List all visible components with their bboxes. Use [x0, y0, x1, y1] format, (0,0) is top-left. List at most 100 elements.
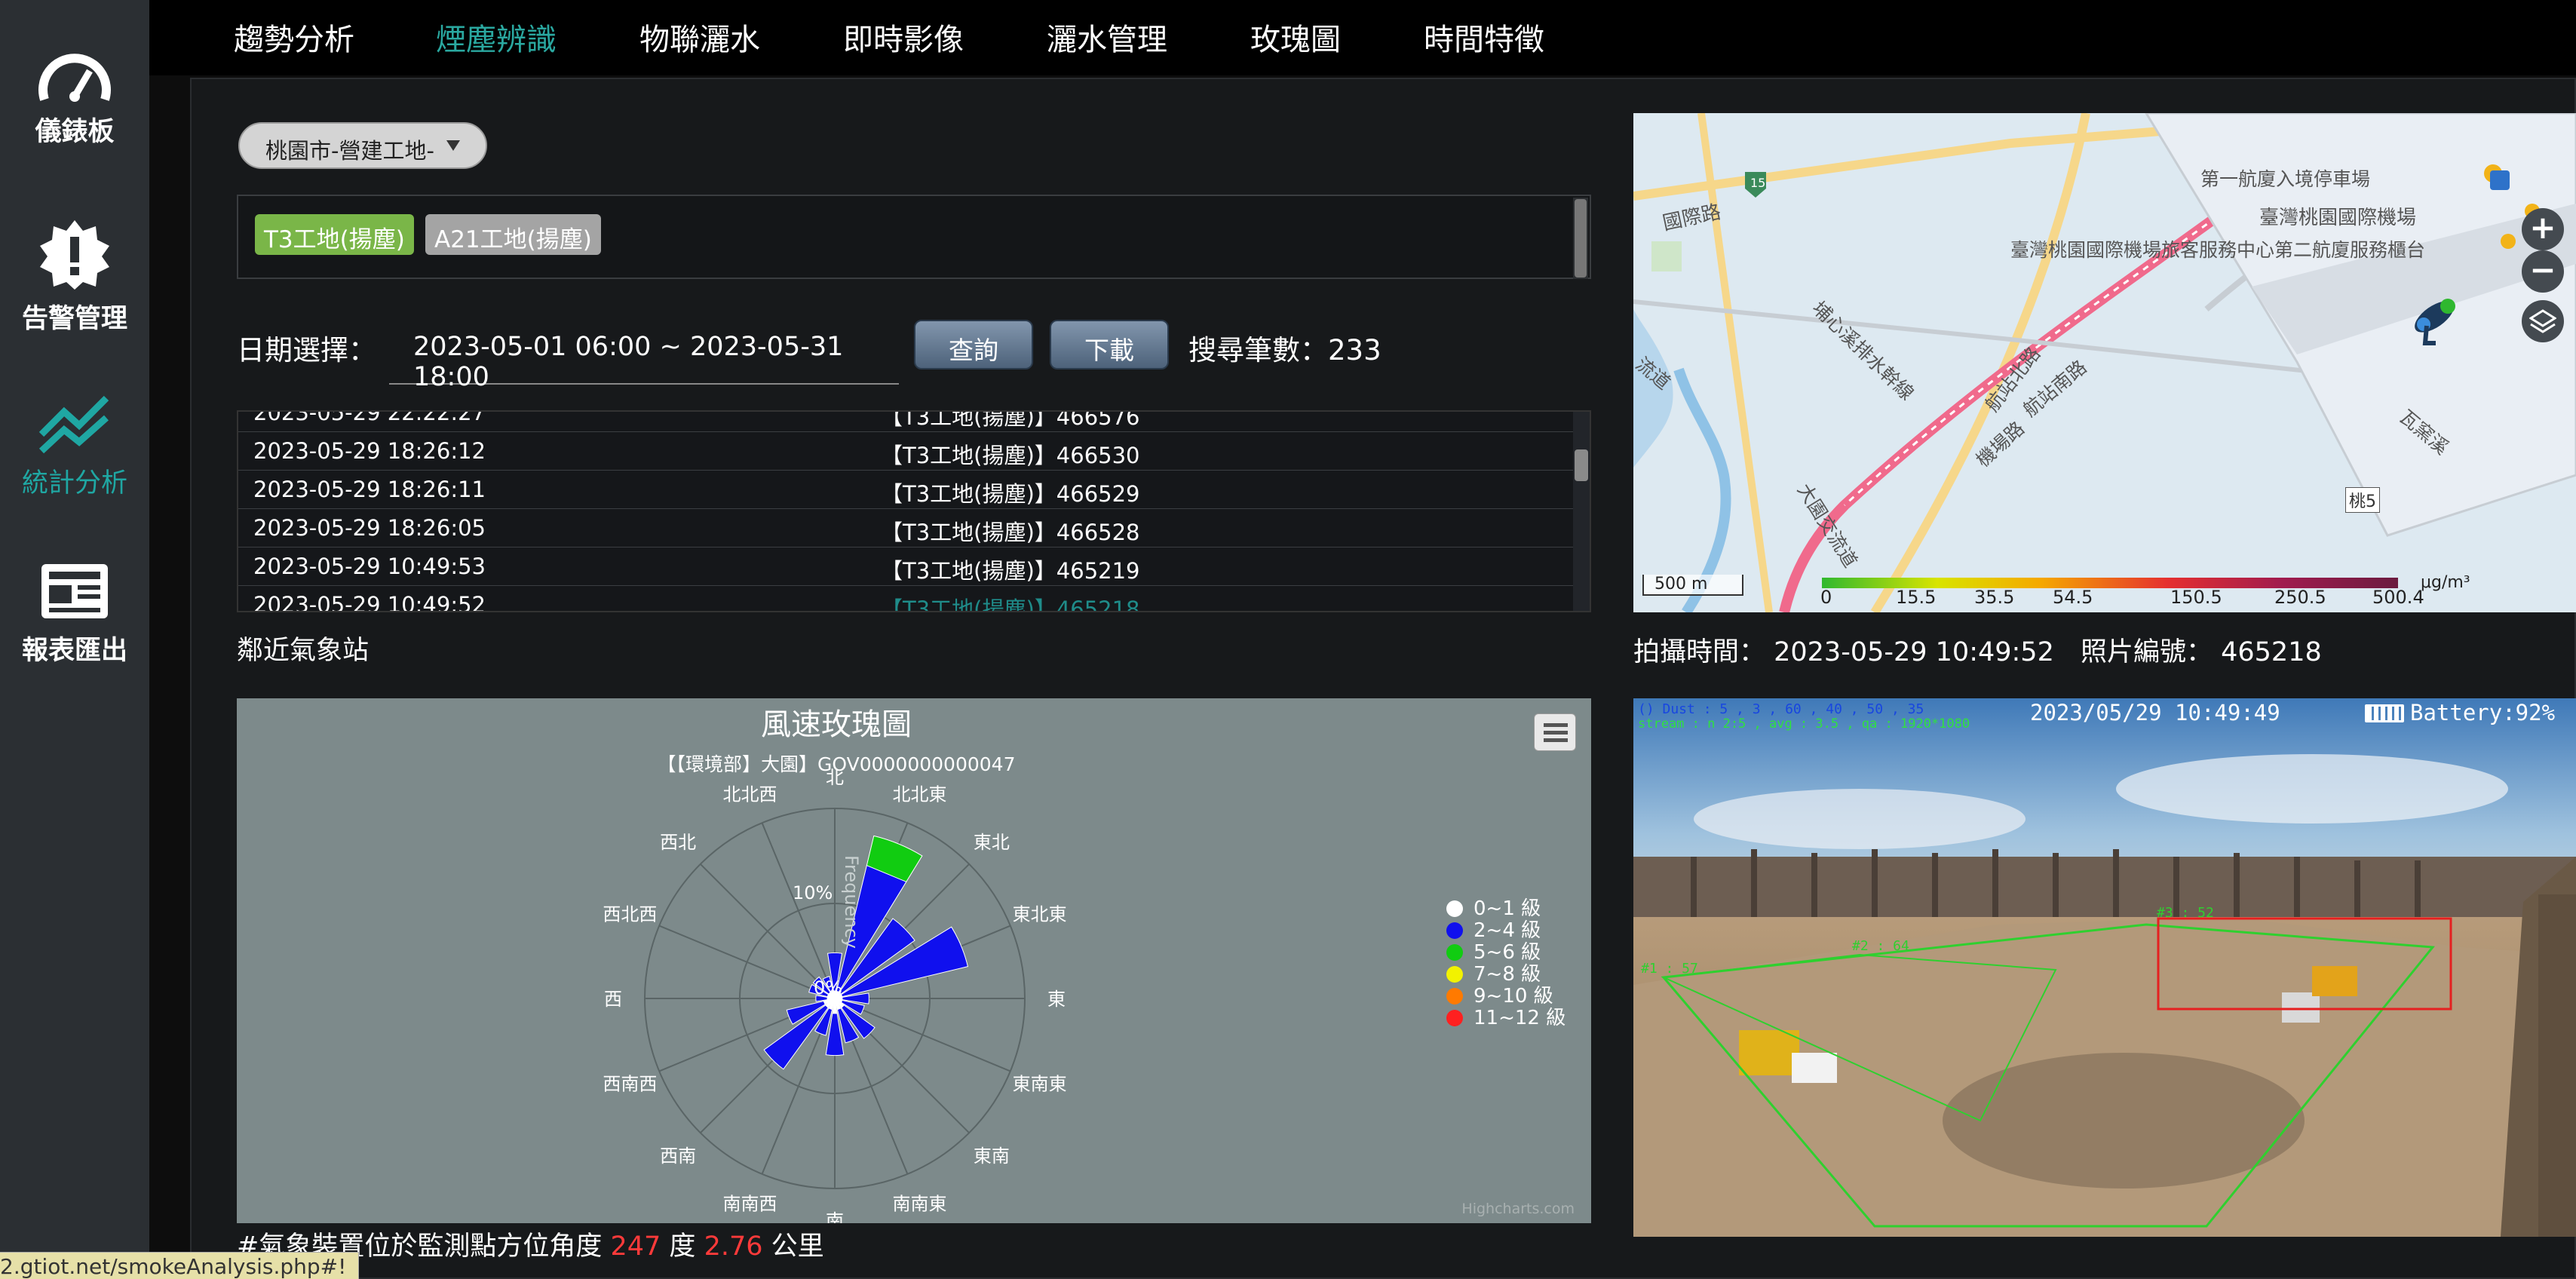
app-root: 儀錶板 告警管理 統計分析 報表匯出 趨勢分析 煙塵辨識 物聯灑水 即時影像 灑…	[0, 0, 2576, 1279]
chart-menu-button[interactable]	[1534, 713, 1576, 751]
direction-label: 東南	[974, 1146, 1010, 1167]
tab-smoke-detection[interactable]: 煙塵辨識	[436, 15, 557, 59]
site-select[interactable]: 桃園市-營建工地-	[238, 122, 487, 169]
direction-label: 西	[604, 989, 622, 1010]
sidebar-item-reports[interactable]: 報表匯出	[0, 561, 149, 667]
legend-swatch	[1446, 1010, 1463, 1026]
map-base-layer: 15	[1633, 113, 2576, 612]
y-axis-label: Frequency	[841, 855, 862, 949]
distance-value: 2.76	[704, 1231, 763, 1262]
dust-overlay: () Dust : 5 , 3 , 60 , 40 , 50 , 35	[1638, 701, 1924, 717]
direction-label: 西北	[660, 832, 696, 853]
legend-item[interactable]: 11~12 級	[1446, 1002, 1566, 1029]
direction-label: 東	[1047, 989, 1066, 1010]
weather-station-heading: 鄰近氣象站	[237, 636, 370, 666]
top-nav: 趨勢分析 煙塵辨識 物聯灑水 即時影像 灑水管理 玫瑰圖 時間特徵	[149, 0, 2576, 75]
direction-label: 西北西	[603, 903, 657, 925]
map-label: 臺灣桃園國際機場	[2259, 207, 2417, 229]
construction-site-image	[1633, 698, 2576, 1237]
sidebar-item-statistics[interactable]: 統計分析	[0, 392, 149, 500]
camera-photo[interactable]: () Dust : 5 , 3 , 60 , 40 , 50 , 35 stre…	[1633, 698, 2576, 1237]
tag-a21-site[interactable]: A21工地(揚塵)	[425, 214, 601, 255]
scrollbar-thumb[interactable]	[1575, 449, 1588, 481]
radial-tick-label: 0%	[814, 977, 842, 998]
map-scale: 500 m	[1642, 575, 1743, 596]
map-label: 臺灣桃園國際機場旅客服務中心第二航廈服務櫃台	[2010, 239, 2426, 261]
radial-tick-label: 10%	[793, 882, 833, 903]
download-button[interactable]: 下載	[1050, 320, 1169, 370]
sidebar-item-label: 報表匯出	[21, 636, 127, 666]
direction-label: 東北東	[1013, 903, 1067, 925]
wind-rose-chart: 風速玫瑰圖 【【環境部】大園】GOV0000000000047 北北北東 東北 東北東東…	[237, 698, 1591, 1223]
direction-label: 南	[826, 1210, 844, 1223]
table-row[interactable]: 2023-05-29 22:22:27 【T3工地(揚塵)】466576	[238, 412, 1575, 432]
photo-id: 照片編號： 465218	[2081, 637, 2322, 667]
direction-label: 東南東	[1013, 1074, 1067, 1095]
report-icon	[41, 564, 108, 618]
battery-overlay: Battery:92%	[2410, 700, 2556, 725]
date-range-input[interactable]: 2023-05-01 06:00 ~ 2023-05-31 18:00	[389, 315, 899, 392]
legend-item[interactable]: 0~1 級	[1446, 893, 1566, 920]
speedometer-icon	[38, 54, 111, 102]
zone-label: #3 : 52	[2157, 905, 2214, 921]
results-scrollbar[interactable]	[1573, 412, 1590, 611]
sidebar: 儀錶板 告警管理 統計分析 報表匯出	[0, 0, 149, 1279]
tab-rose-chart[interactable]: 玫瑰圖	[1250, 15, 1341, 59]
direction-label: 西南	[660, 1146, 696, 1167]
direction-label: 北北東	[893, 784, 947, 805]
zone-label: #1 : 57	[1641, 961, 1698, 977]
legend-item[interactable]: 2~4 級	[1446, 915, 1566, 942]
result-count: 搜尋筆數：233	[1188, 334, 1382, 367]
tab-time-features[interactable]: 時間特徵	[1424, 15, 1544, 59]
browser-status-url: 2.gtiot.net/smokeAnalysis.php#!	[0, 1252, 359, 1279]
trend-chart-icon	[38, 395, 109, 454]
table-row[interactable]: 2023-05-29 10:49:52 【T3工地(揚塵)】465218	[238, 586, 1575, 611]
wind-rose-svg: 風速玫瑰圖【【環境部】大園】GOV0000000000047北北北東東北東北東東…	[603, 707, 1067, 1223]
table-row[interactable]: 2023-05-29 18:26:12 【T3工地(揚塵)】466530	[238, 432, 1575, 471]
direction-label: 南南西	[722, 1194, 777, 1215]
legend-item[interactable]: 9~10 級	[1446, 980, 1566, 1008]
table-row[interactable]: 2023-05-29 10:49:53 【T3工地(揚塵)】465219	[238, 547, 1575, 586]
site-select-value: 桃園市-營建工地-	[265, 138, 434, 164]
direction-label: 北	[826, 767, 844, 788]
direction-label: 北北西	[722, 784, 777, 805]
map-label: 桃5	[2345, 487, 2380, 513]
direction-label: 南南東	[893, 1194, 947, 1215]
photo-info: 拍攝時間： 2023-05-29 10:49:52 照片編號： 465218	[1633, 630, 2322, 669]
tab-iot-sprinkler[interactable]: 物聯灑水	[639, 15, 760, 59]
map-label: 第一航廈入境停車場	[2200, 168, 2371, 190]
route-badge: 15	[1750, 176, 1765, 190]
results-list: 2023-05-29 22:22:27 【T3工地(揚塵)】466576 2023…	[237, 410, 1591, 612]
stream-overlay: stream : n 2:5 , avg : 3.5 , qa : 1920*1…	[1638, 716, 1970, 732]
chart-credit[interactable]: Highcharts.com	[1461, 1201, 1575, 1217]
legend-label: 11~12 級	[1474, 1007, 1566, 1029]
sidebar-item-label: 統計分析	[21, 468, 127, 498]
layers-button[interactable]	[2522, 300, 2564, 342]
direction-label: 東北	[974, 832, 1010, 853]
table-row[interactable]: 2023-05-29 18:26:05 【T3工地(揚塵)】466528	[238, 509, 1575, 547]
query-button[interactable]: 查詢	[914, 320, 1033, 370]
chevron-down-icon	[446, 140, 460, 151]
chart-legend: 0~1 級 2~4 級 5~6 級 7~8 級 9~10 級 11~12 級	[1446, 893, 1566, 1029]
sidebar-item-alerts[interactable]: 告警管理	[0, 220, 149, 336]
site-tag-list: T3工地(揚塵) A21工地(揚塵)	[237, 195, 1591, 279]
tab-sprinkler-management[interactable]: 灑水管理	[1047, 15, 1167, 59]
tag-t3-site[interactable]: T3工地(揚塵)	[255, 214, 414, 255]
sidebar-item-label: 儀錶板	[35, 117, 115, 147]
tab-live-video[interactable]: 即時影像	[843, 15, 964, 59]
photo-time: 拍攝時間： 2023-05-29 10:49:52	[1633, 637, 2054, 667]
layers-icon	[2528, 309, 2557, 333]
legend-item[interactable]: 7~8 級	[1446, 958, 1566, 986]
scrollbar-thumb[interactable]	[1575, 199, 1587, 278]
legend-item[interactable]: 5~6 級	[1446, 937, 1566, 964]
zoom-in-button[interactable]: +	[2522, 208, 2564, 250]
chart-title: 風速玫瑰圖	[761, 707, 912, 742]
table-row[interactable]: 2023-05-29 18:26:11 【T3工地(揚塵)】466529	[238, 471, 1575, 509]
map-view[interactable]: 15 國際路 第一航廈入境停車場 臺灣桃園國際機場 臺灣桃園國際機場旅客服務中心…	[1633, 113, 2576, 612]
zoom-out-button[interactable]: −	[2522, 250, 2564, 293]
zone-label: #2 : 64	[1852, 938, 1909, 954]
tag-list-scrollbar[interactable]	[1573, 198, 1588, 279]
direction-label: 西南西	[603, 1074, 657, 1095]
tab-trend-analysis[interactable]: 趨勢分析	[234, 15, 354, 59]
sidebar-item-dashboard[interactable]: 儀錶板	[0, 50, 149, 149]
